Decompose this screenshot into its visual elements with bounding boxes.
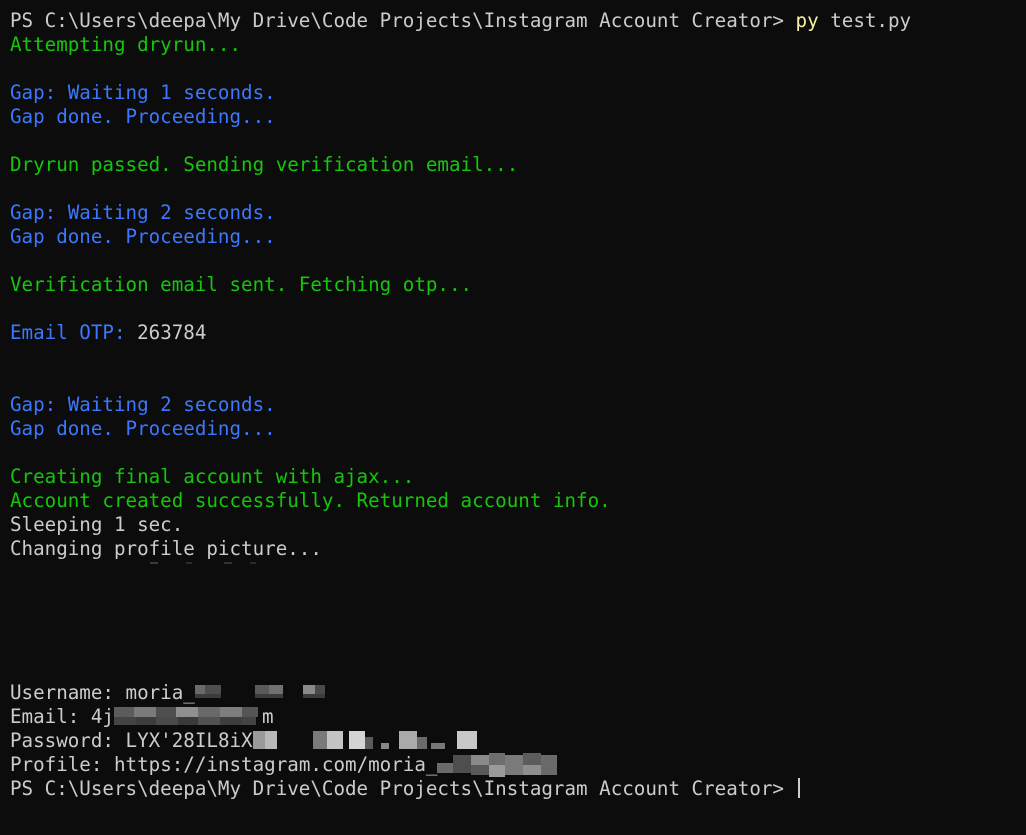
username-label: Username: bbox=[10, 681, 114, 704]
output-line: Dryrun passed. Sending verification emai… bbox=[10, 153, 519, 176]
email-value: 4j bbox=[90, 705, 114, 728]
password-redaction bbox=[252, 729, 483, 753]
profile-line: Profile: https://instagram.com/moria_ bbox=[10, 753, 1026, 777]
text-cursor bbox=[797, 778, 800, 798]
password-line: Password: LYX'28IL8iX bbox=[10, 729, 1026, 753]
username-line: Username: moria_ bbox=[10, 681, 1026, 705]
password-value: LYX'28IL8iX bbox=[125, 729, 253, 752]
output-line: Gap done. Proceeding... bbox=[10, 417, 276, 440]
otp-value: 263784 bbox=[137, 321, 207, 344]
redaction-remnant bbox=[150, 562, 256, 564]
command-line: PS C:\Users\deepa\My Drive\Code Projects… bbox=[10, 9, 1026, 33]
email-label: Email: bbox=[10, 705, 80, 728]
otp-label: Email OTP: bbox=[10, 321, 126, 344]
pixelated-redaction bbox=[194, 685, 325, 698]
email-line: Email: 4j m bbox=[10, 705, 1026, 729]
username-value: moria_ bbox=[125, 681, 195, 704]
output-line: Gap: Waiting 2 seconds. bbox=[10, 393, 276, 416]
otp-line: Email OTP: 263784 bbox=[10, 321, 1026, 345]
final-prompt-line[interactable]: PS C:\Users\deepa\My Drive\Code Projects… bbox=[10, 777, 1026, 801]
pixelated-redaction bbox=[252, 731, 477, 749]
prompt-text: PS C:\Users\deepa\My Drive\Code Projects… bbox=[10, 777, 784, 800]
output-line: Gap done. Proceeding... bbox=[10, 225, 276, 248]
redacted-faint-line bbox=[10, 561, 1026, 585]
email-tail: m bbox=[261, 705, 274, 728]
command-exe: py bbox=[795, 9, 819, 32]
username-redaction bbox=[194, 681, 355, 705]
output-line: Gap: Waiting 1 seconds. bbox=[10, 81, 276, 104]
output-line: Creating final account with ajax... bbox=[10, 465, 415, 488]
password-label: Password: bbox=[10, 729, 114, 752]
profile-label: Profile: bbox=[10, 753, 103, 776]
output-line: Attempting dryrun... bbox=[10, 33, 242, 56]
output-line: Verification email sent. Fetching otp... bbox=[10, 273, 473, 296]
output-line: Gap done. Proceeding... bbox=[10, 105, 276, 128]
profile-value: https://instagram.com/moria_ bbox=[113, 753, 438, 776]
profile-redaction bbox=[437, 753, 577, 777]
output-line: Account created successfully. Returned a… bbox=[10, 489, 611, 512]
pixelated-redaction bbox=[437, 753, 558, 777]
terminal-window[interactable]: PS C:\Users\deepa\My Drive\Code Projects… bbox=[0, 0, 1026, 835]
output-line: Changing profile picture... bbox=[10, 537, 322, 560]
command-args: test.py bbox=[830, 9, 912, 32]
output-line: Gap: Waiting 2 seconds. bbox=[10, 201, 276, 224]
prompt-text: PS C:\Users\deepa\My Drive\Code Projects… bbox=[10, 9, 784, 32]
output-line: Sleeping 1 sec. bbox=[10, 513, 184, 536]
